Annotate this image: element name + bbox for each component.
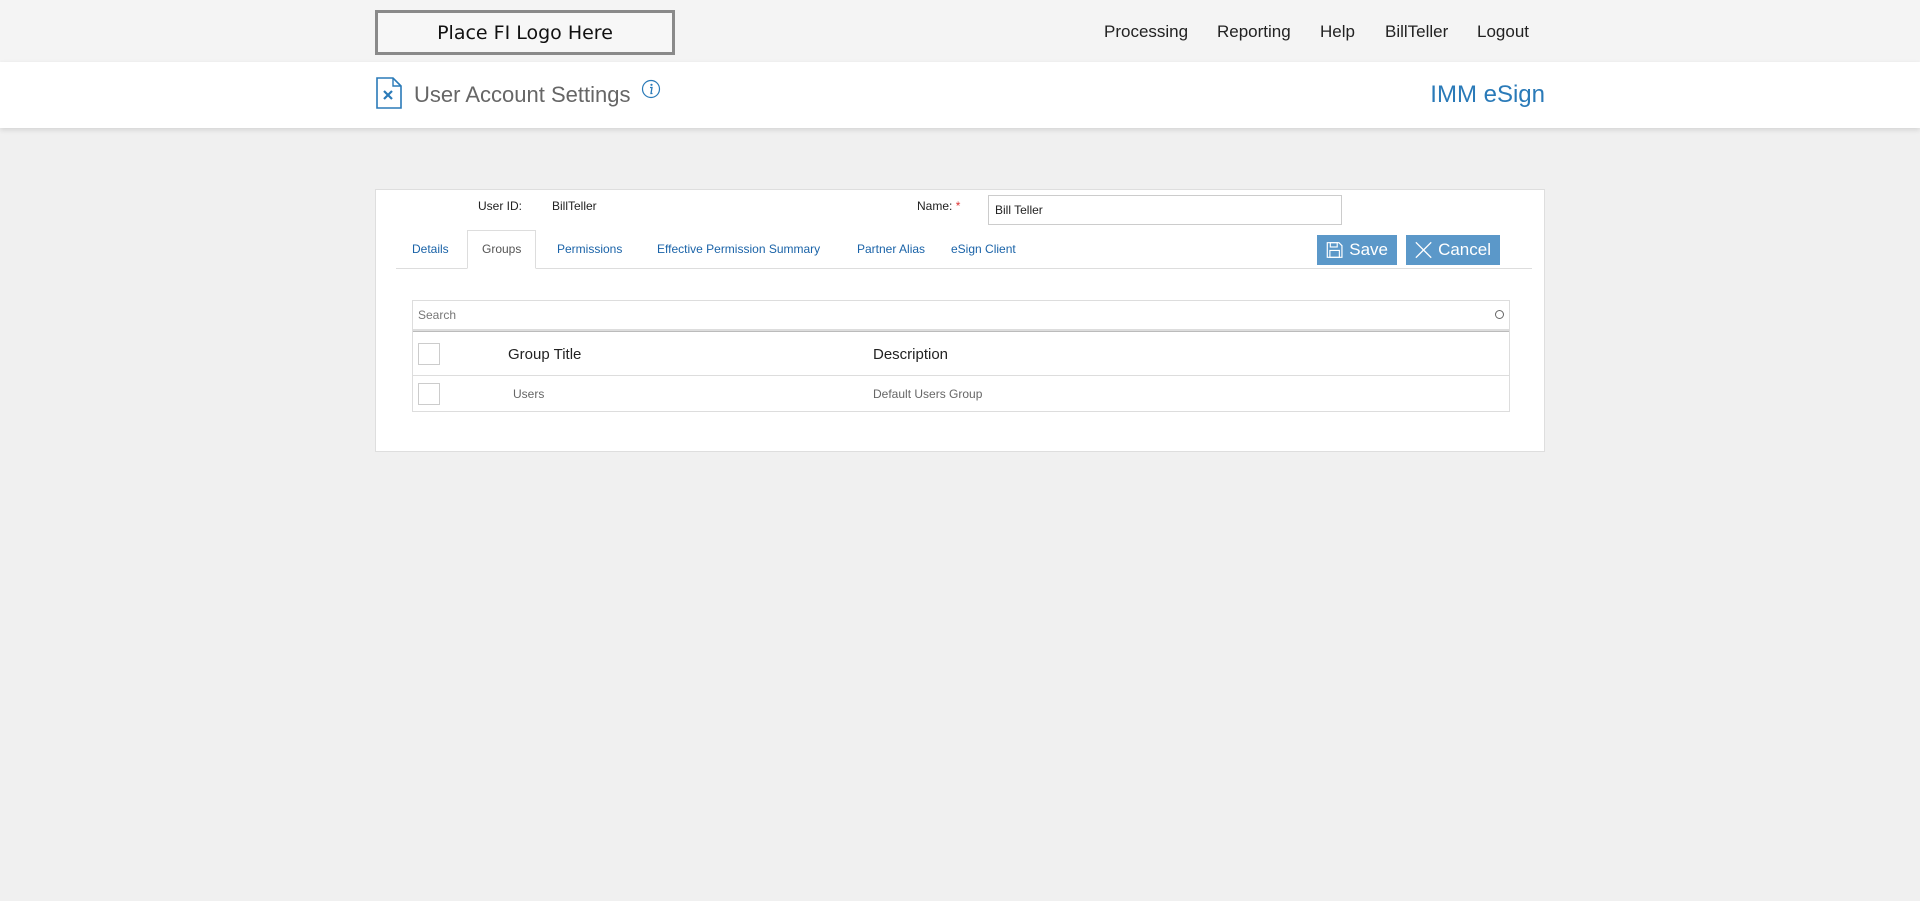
table-row[interactable]: Users Default Users Group <box>413 376 1509 411</box>
column-header-description[interactable]: Description <box>873 346 948 363</box>
name-label-text: Name: <box>917 199 953 213</box>
tab-esign-client[interactable]: eSign Client <box>937 230 1030 269</box>
page-header: User Account Settings IMM eSign <box>0 62 1920 128</box>
table-header: Group Title Description <box>413 331 1509 376</box>
tab-effective-permission-summary[interactable]: Effective Permission Summary <box>643 230 834 269</box>
name-field[interactable] <box>988 195 1342 225</box>
groups-table: Group Title Description Users Default Us… <box>412 330 1510 412</box>
row-checkbox[interactable] <box>418 383 440 405</box>
document-x-icon <box>376 77 402 109</box>
save-button[interactable]: Save <box>1317 235 1397 265</box>
user-id-value: BillTeller <box>552 199 597 213</box>
product-brand: IMM eSign <box>1430 81 1545 108</box>
info-icon[interactable] <box>641 79 661 99</box>
nav-reporting[interactable]: Reporting <box>1217 22 1291 42</box>
nav-logout[interactable]: Logout <box>1477 22 1529 42</box>
top-nav-bar: Place FI Logo Here Processing Reporting … <box>0 0 1920 62</box>
user-id-label: User ID: <box>478 199 523 213</box>
tab-details[interactable]: Details <box>398 230 463 269</box>
search-icon[interactable] <box>1495 310 1504 319</box>
nav-help[interactable]: Help <box>1320 22 1355 42</box>
column-header-group-title[interactable]: Group Title <box>508 346 581 363</box>
nav-user-menu[interactable]: BillTeller <box>1385 22 1448 42</box>
nav-processing[interactable]: Processing <box>1104 22 1188 42</box>
group-title-cell: Users <box>513 387 545 401</box>
fi-logo-placeholder[interactable]: Place FI Logo Here <box>375 10 675 55</box>
save-button-label: Save <box>1349 240 1388 259</box>
cancel-button[interactable]: Cancel <box>1406 235 1500 265</box>
group-search-input[interactable] <box>412 300 1510 330</box>
close-icon <box>1415 241 1432 259</box>
group-description-cell: Default Users Group <box>873 387 983 401</box>
floppy-disk-icon <box>1326 242 1343 258</box>
tab-partner-alias[interactable]: Partner Alias <box>843 230 939 269</box>
user-settings-panel: User ID: BillTeller Name: * Details Grou… <box>375 189 1545 452</box>
name-label: Name: * <box>917 199 960 213</box>
tab-permissions[interactable]: Permissions <box>543 230 636 269</box>
select-all-checkbox[interactable] <box>418 343 440 365</box>
page-title: User Account Settings <box>414 82 631 107</box>
cancel-button-label: Cancel <box>1438 240 1491 259</box>
tab-groups[interactable]: Groups <box>467 230 537 269</box>
required-marker: * <box>955 199 961 213</box>
